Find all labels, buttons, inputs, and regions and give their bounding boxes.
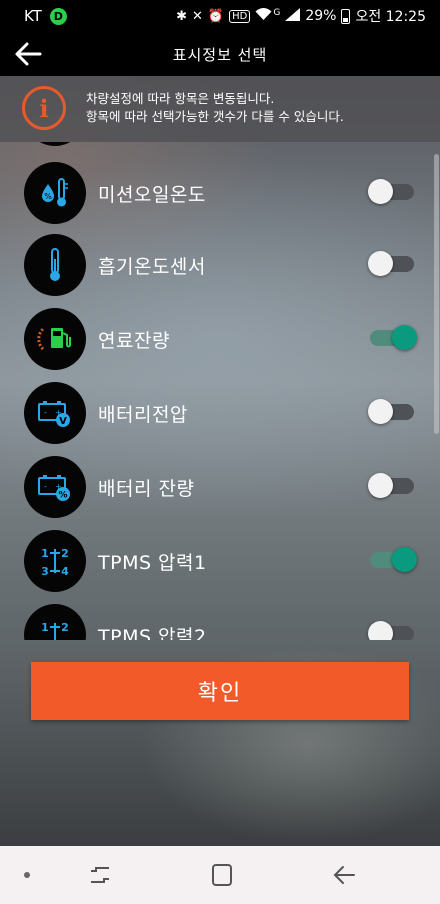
status-bar: KT D ✱ ✕ ⏰ HD G 29% 오전 12:25: [0, 0, 440, 32]
item-label: 흡기온도센서: [98, 256, 206, 278]
nav-back-icon: [333, 866, 355, 884]
list-item[interactable]: 연료잔량: [0, 308, 440, 380]
transmission-oil-temp-icon: %: [24, 162, 86, 224]
carrier-badge: D: [49, 7, 67, 25]
battery-percent: 29%: [305, 8, 337, 24]
notice-line-1: 차량설정에 따라 항목은 변동됩니다.: [86, 91, 275, 106]
list-item[interactable]: 흡기온도센서: [0, 234, 440, 306]
svg-text:1: 1: [41, 547, 49, 560]
toggle-knob: [368, 473, 393, 498]
item-list[interactable]: % 미션오일온도 흡기온도센서 연료잔량 - + V 배터리전압 - + % 배…: [0, 142, 440, 640]
toggle-knob: [392, 325, 417, 350]
svg-text:3: 3: [41, 565, 49, 578]
list-item[interactable]: 1 2 3 4 TPMS 압력2: [0, 604, 440, 640]
nav-back-button[interactable]: [330, 862, 358, 888]
list-item[interactable]: - + % 배터리 잔량: [0, 456, 440, 528]
item-label: 배터리 잔량: [98, 478, 195, 500]
item-label: TPMS 압력2: [98, 626, 207, 640]
bluetooth-icon: ✱: [176, 8, 187, 24]
confirm-button[interactable]: 확인: [31, 662, 409, 720]
item-toggle[interactable]: [368, 399, 414, 424]
svg-text:1: 1: [41, 621, 49, 634]
svg-text:%: %: [44, 192, 52, 201]
battery-icon: [341, 8, 351, 24]
svg-text:4: 4: [61, 639, 69, 640]
svg-text:-: -: [44, 482, 47, 491]
list-item-partial: [0, 142, 440, 156]
svg-text:V: V: [59, 416, 67, 427]
home-button[interactable]: [208, 862, 236, 888]
list-item[interactable]: - + V 배터리전압: [0, 382, 440, 454]
toggle-knob: [368, 251, 393, 276]
item-label: 미션오일온도: [98, 184, 206, 206]
carrier-label: KT: [24, 7, 42, 25]
battery-voltage-icon: - + V: [24, 382, 86, 444]
fuel-level-icon: [24, 308, 86, 370]
svg-text:4: 4: [61, 565, 69, 578]
wifi-icon: [255, 7, 272, 25]
tpms-pressure-icon: 1 2 3 4: [24, 530, 86, 592]
item-label: 배터리전압: [98, 404, 188, 426]
alarm-icon: ⏰: [207, 8, 225, 24]
app-header: 표시정보 선택: [0, 32, 440, 76]
item-toggle[interactable]: [368, 621, 414, 640]
toggle-knob: [368, 179, 393, 204]
scrollbar[interactable]: [434, 154, 439, 434]
svg-text:2: 2: [61, 621, 69, 634]
network-type-icon: G: [273, 8, 281, 18]
toggle-knob: [368, 399, 393, 424]
recent-apps-icon: [91, 867, 109, 883]
list-item[interactable]: % 미션오일온도: [0, 162, 440, 234]
item-toggle[interactable]: [368, 179, 414, 204]
item-label: TPMS 압력1: [98, 552, 207, 574]
notice-banner: i 차량설정에 따라 항목은 변동됩니다. 항목에 따라 선택가능한 갯수가 다…: [0, 76, 440, 142]
recent-apps-button[interactable]: [86, 862, 114, 888]
toggle-knob: [368, 621, 393, 640]
item-label: 연료잔량: [98, 330, 170, 352]
notice-text: 차량설정에 따라 항목은 변동됩니다. 항목에 따라 선택가능한 갯수가 다를 …: [86, 90, 344, 126]
svg-text:3: 3: [41, 639, 49, 640]
item-toggle[interactable]: [370, 547, 417, 572]
system-nav-bar: [0, 846, 440, 904]
item-toggle[interactable]: [370, 325, 417, 350]
page-title: 표시정보 선택: [172, 46, 268, 64]
clock: 오전 12:25: [355, 9, 426, 25]
tpms-pressure-icon: 1 2 3 4: [24, 604, 86, 640]
hd-voice-icon: HD: [229, 9, 251, 23]
notice-line-2: 항목에 따라 선택가능한 갯수가 다를 수 있습니다.: [86, 109, 344, 124]
svg-text:2: 2: [61, 547, 69, 560]
list-item[interactable]: 1 2 3 4 TPMS 압력1: [0, 530, 440, 602]
battery-level-icon: - + %: [24, 456, 86, 518]
item-toggle[interactable]: [368, 473, 414, 498]
info-icon: i: [22, 86, 66, 130]
nav-dot-indicator: [24, 872, 30, 878]
item-toggle[interactable]: [368, 251, 414, 276]
svg-text:%: %: [58, 491, 67, 501]
toggle-knob: [392, 547, 417, 572]
intake-temp-sensor-icon: [24, 234, 86, 296]
partial-item-icon: [24, 142, 86, 146]
mute-icon: ✕: [192, 8, 203, 24]
signal-icon: [285, 7, 301, 25]
svg-text:-: -: [44, 408, 47, 417]
home-icon: [212, 864, 232, 886]
